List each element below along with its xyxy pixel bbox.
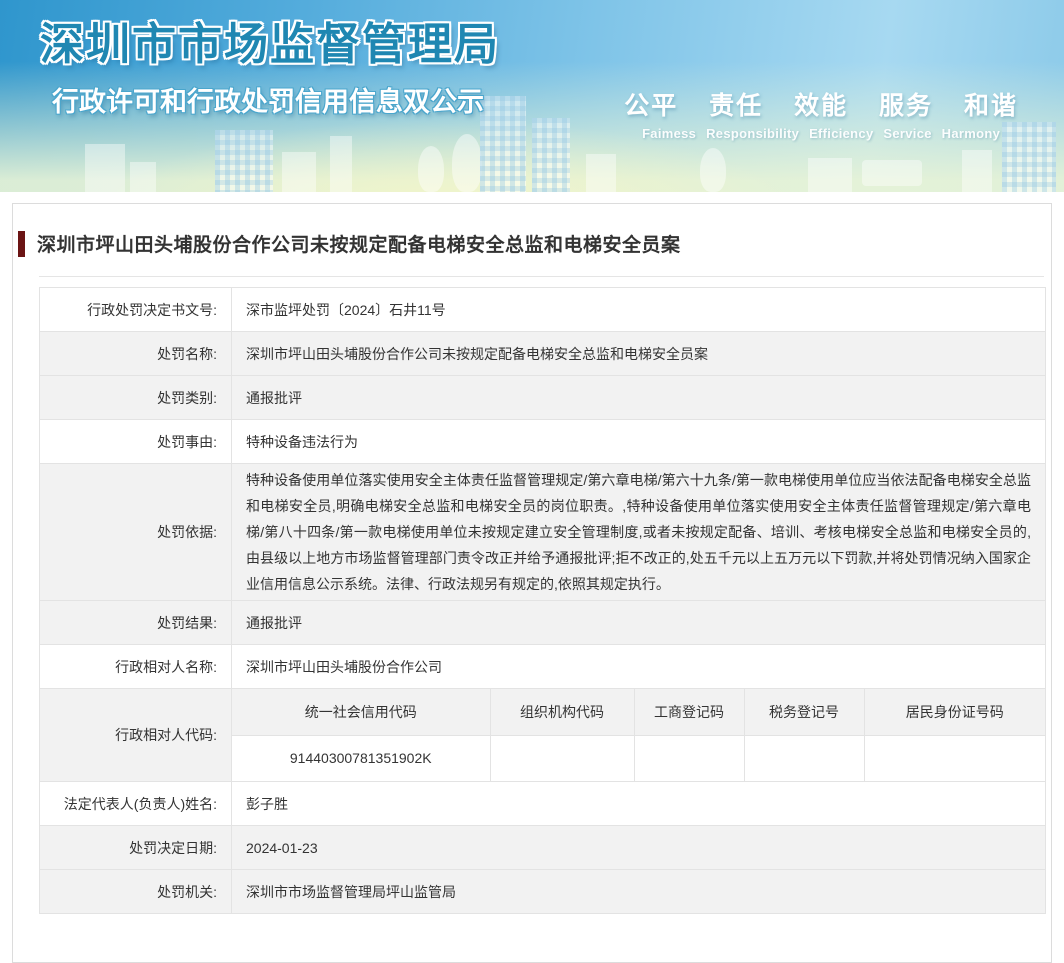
code-column-header: 税务登记号 — [743, 689, 865, 736]
field-value: 2024-01-23 — [231, 825, 1046, 870]
code-column-header: 统一社会信用代码 — [232, 689, 491, 736]
motto-english: Faimess Responsibility Efficiency Servic… — [642, 126, 1001, 141]
field-label: 处罚名称: — [39, 331, 232, 376]
party-codes-cell: 统一社会信用代码 组织机构代码 工商登记码 税务登记号 居民身份证号码 9144… — [231, 688, 1046, 782]
field-value: 深市监坪处罚〔2024〕石井11号 — [231, 287, 1046, 332]
organization-code — [489, 734, 635, 781]
row-legal-representative: 法定代表人(负责人)姓名: 彭子胜 — [39, 781, 1046, 826]
code-column-header: 工商登记码 — [633, 689, 745, 736]
field-label: 行政相对人名称: — [39, 644, 232, 689]
motto-chinese: 公平 责任 效能 服务 和谐 — [624, 92, 1018, 120]
row-penalty-name: 处罚名称: 深圳市坪山田头埔股份合作公司未按规定配备电梯安全总监和电梯安全员案 — [39, 331, 1046, 376]
field-value: 通报批评 — [231, 600, 1046, 645]
field-label: 处罚事由: — [39, 419, 232, 464]
resident-id-number — [863, 734, 1045, 781]
row-penalty-category: 处罚类别: 通报批评 — [39, 375, 1046, 420]
row-penalty-result: 处罚结果: 通报批评 — [39, 600, 1046, 645]
field-label: 处罚类别: — [39, 375, 232, 420]
banner-motto: 公平 责任 效能 服务 和谐 Faimess Responsibility Ef… — [624, 86, 1018, 141]
field-label: 处罚结果: — [39, 600, 232, 645]
field-value: 通报批评 — [231, 375, 1046, 420]
field-label: 处罚决定日期: — [39, 825, 232, 870]
unified-social-credit-code: 91440300781351902K — [232, 734, 491, 781]
tax-registration-code — [743, 734, 865, 781]
field-label: 法定代表人(负责人)姓名: — [39, 781, 232, 826]
business-registration-code — [633, 734, 745, 781]
penalty-info-table: 行政处罚决定书文号: 深市监坪处罚〔2024〕石井11号 处罚名称: 深圳市坪山… — [39, 287, 1046, 914]
page-title: 深圳市坪山田头埔股份合作公司未按规定配备电梯安全总监和电梯安全员案 — [37, 235, 681, 256]
codes-header-row: 统一社会信用代码 组织机构代码 工商登记码 税务登记号 居民身份证号码 — [232, 689, 1045, 736]
title-accent-bar — [18, 230, 25, 257]
field-value: 彭子胜 — [231, 781, 1046, 826]
row-penalty-reason: 处罚事由: 特种设备违法行为 — [39, 419, 1046, 464]
field-label: 行政处罚决定书文号: — [39, 287, 232, 332]
row-penalty-authority: 处罚机关: 深圳市市场监督管理局坪山监管局 — [39, 869, 1046, 914]
site-title: 深圳市市场监督管理局 — [40, 20, 500, 69]
case-title-row: 深圳市坪山田头埔股份合作公司未按规定配备电梯安全总监和电梯安全员案 — [18, 230, 1051, 257]
field-value: 深圳市坪山田头埔股份合作公司未按规定配备电梯安全总监和电梯安全员案 — [231, 331, 1046, 376]
banner-subtitle: 行政许可和行政处罚信用信息双公示 — [52, 87, 484, 117]
row-party-name: 行政相对人名称: 深圳市坪山田头埔股份合作公司 — [39, 644, 1046, 689]
field-value: 深圳市坪山田头埔股份合作公司 — [231, 644, 1046, 689]
field-value: 特种设备违法行为 — [231, 419, 1046, 464]
row-decision-number: 行政处罚决定书文号: 深市监坪处罚〔2024〕石井11号 — [39, 287, 1046, 332]
party-codes-table: 统一社会信用代码 组织机构代码 工商登记码 税务登记号 居民身份证号码 9144… — [232, 689, 1045, 781]
codes-value-row: 91440300781351902K — [232, 734, 1045, 781]
field-value: 特种设备使用单位落实使用安全主体责任监督管理规定/第六章电梯/第六十九条/第一款… — [231, 463, 1046, 601]
field-label: 行政相对人代码: — [39, 688, 232, 782]
code-column-header: 组织机构代码 — [489, 689, 635, 736]
row-penalty-basis: 处罚依据: 特种设备使用单位落实使用安全主体责任监督管理规定/第六章电梯/第六十… — [39, 463, 1046, 601]
field-label: 处罚机关: — [39, 869, 232, 914]
row-penalty-date: 处罚决定日期: 2024-01-23 — [39, 825, 1046, 870]
code-column-header: 居民身份证号码 — [863, 689, 1045, 736]
field-label: 处罚依据: — [39, 463, 232, 601]
header-banner: 深圳市市场监督管理局 行政许可和行政处罚信用信息双公示 公平 责任 效能 服务 … — [0, 0, 1064, 192]
title-divider — [39, 276, 1044, 277]
content-card: 深圳市坪山田头埔股份合作公司未按规定配备电梯安全总监和电梯安全员案 行政处罚决定… — [12, 203, 1052, 963]
row-party-codes: 行政相对人代码: 统一社会信用代码 组织机构代码 工商登记码 税务登记号 居民身… — [39, 688, 1046, 782]
field-value: 深圳市市场监督管理局坪山监管局 — [231, 869, 1046, 914]
